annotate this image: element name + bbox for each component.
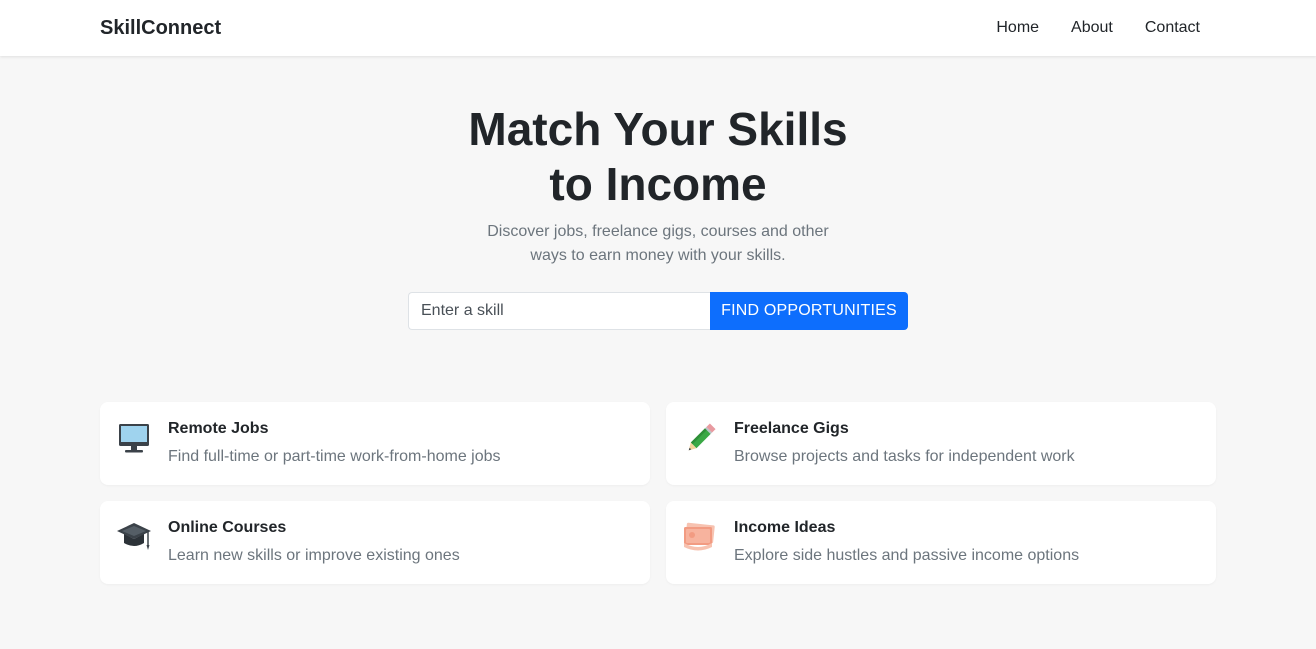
hero-subtitle-line-1: Discover jobs, freelance gigs, courses a…	[487, 223, 829, 240]
card-description: Explore side hustles and passive income …	[734, 547, 1080, 564]
card-title: Online Courses	[168, 519, 287, 536]
skill-search-form: FIND OPPORTUNITIES	[408, 292, 908, 330]
card-income-ideas[interactable]: Income Ideas Explore side hustles and pa…	[666, 501, 1216, 584]
hero-subtitle-line-2: ways to earn money with your skills.	[530, 247, 786, 264]
card-freelance-gigs[interactable]: Freelance Gigs Browse projects and tasks…	[666, 402, 1216, 485]
nav-link-about[interactable]: About	[1071, 18, 1113, 38]
card-description: Learn new skills or improve existing one…	[168, 547, 460, 564]
hero-title-line-1: Match Your Skills	[468, 103, 848, 155]
card-title: Income Ideas	[734, 519, 836, 536]
card-description: Find full-time or part-time work-from-ho…	[168, 448, 501, 465]
nav-links: Home About Contact	[996, 18, 1200, 38]
card-description: Browse projects and tasks for independen…	[734, 448, 1075, 465]
card-title: Freelance Gigs	[734, 420, 849, 437]
hero-subtitle: Discover jobs, freelance gigs, courses a…	[0, 220, 1316, 268]
pencil-icon	[682, 422, 718, 456]
card-online-courses[interactable]: Online Courses Learn new skills or impro…	[100, 501, 650, 584]
find-opportunities-button[interactable]: FIND OPPORTUNITIES	[710, 292, 908, 330]
skill-search-input[interactable]	[408, 292, 710, 330]
monitor-icon	[116, 422, 152, 456]
graduation-cap-icon	[116, 521, 152, 555]
brand-logo[interactable]: SkillConnect	[100, 17, 221, 39]
hero-title: Match Your Skills to Income	[0, 102, 1316, 212]
card-title: Remote Jobs	[168, 420, 269, 437]
nav-link-contact[interactable]: Contact	[1145, 18, 1200, 38]
nav-link-home[interactable]: Home	[996, 18, 1039, 38]
card-remote-jobs[interactable]: Remote Jobs Find full-time or part-time …	[100, 402, 650, 485]
money-icon	[682, 521, 718, 555]
top-navbar: SkillConnect Home About Contact	[0, 0, 1316, 56]
hero-title-line-2: to Income	[549, 158, 767, 210]
